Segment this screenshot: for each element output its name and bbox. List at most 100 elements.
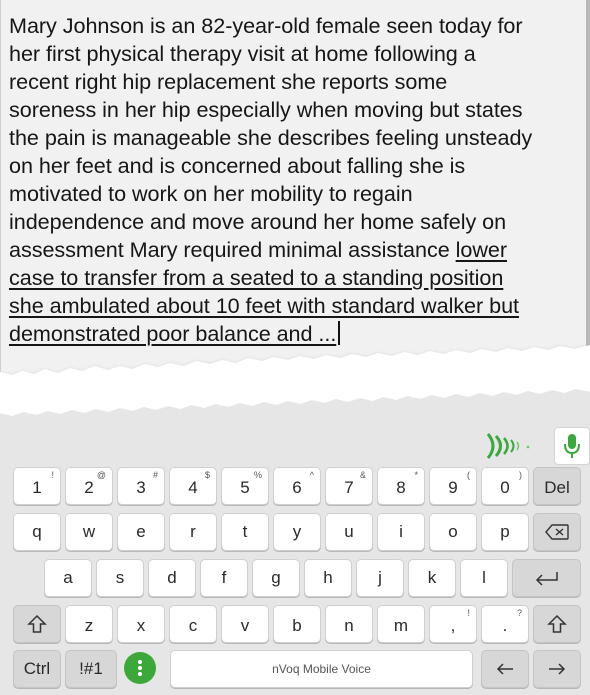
note-line: soreness in her hip especially when movi…: [9, 97, 523, 122]
key-secondary-label: !: [51, 470, 54, 480]
key-a[interactable]: a: [44, 559, 92, 597]
symbols-key[interactable]: !#1: [65, 650, 117, 688]
note-text-area[interactable]: Mary Johnson is an 82-year-old female se…: [0, 0, 590, 382]
key-period[interactable]: ?.: [481, 605, 529, 643]
key-z[interactable]: z: [65, 605, 113, 643]
key-label: ,: [450, 616, 456, 635]
key-v[interactable]: v: [221, 605, 269, 643]
key-i[interactable]: i: [377, 513, 425, 551]
key-secondary-label: !: [467, 608, 470, 618]
shift-key-right[interactable]: [533, 605, 581, 643]
composing-text: lower: [455, 237, 507, 262]
note-line: Mary Johnson is an 82-year-old female se…: [9, 13, 523, 38]
key-9[interactable]: (9: [429, 467, 477, 505]
key-label: o: [448, 522, 458, 541]
microphone-button[interactable]: [554, 427, 590, 465]
space-bar[interactable]: nVoq Mobile Voice: [170, 650, 473, 688]
key-secondary-label: &: [359, 470, 366, 480]
key-g[interactable]: g: [252, 559, 300, 597]
key-h[interactable]: h: [304, 559, 352, 597]
enter-icon: [535, 572, 558, 586]
key-6[interactable]: ^ 6: [273, 467, 321, 505]
key-f[interactable]: f: [200, 559, 248, 597]
ctrl-key[interactable]: Ctrl: [13, 650, 61, 688]
shift-icon: [547, 614, 567, 633]
key-u[interactable]: u: [325, 513, 373, 551]
composing-line: she ambulated about 10 feet with standar…: [9, 293, 519, 318]
enter-key[interactable]: [512, 559, 581, 597]
key-label: z: [84, 616, 94, 635]
backspace-icon: [545, 524, 569, 540]
composing-line: demonstrated poor balance and ...: [9, 320, 585, 348]
key-b[interactable]: b: [273, 605, 321, 643]
key-label: 6: [292, 478, 302, 497]
arrow-right-icon: [549, 663, 566, 675]
key-n[interactable]: n: [325, 605, 373, 643]
note-text: Mary Johnson is an 82-year-old female se…: [9, 12, 585, 348]
menu-button[interactable]: [124, 652, 156, 684]
key-x[interactable]: x: [117, 605, 165, 643]
key-label: w: [82, 522, 96, 541]
key-s[interactable]: s: [96, 559, 144, 597]
key-l[interactable]: l: [460, 559, 508, 597]
note-line: recent right hip replacement she reports…: [9, 69, 448, 94]
key-label: g: [271, 568, 281, 587]
note-line: her first physical therapy visit at home…: [9, 41, 476, 66]
key-d[interactable]: d: [148, 559, 196, 597]
key-secondary-label: (: [467, 470, 470, 480]
key-label: q: [32, 522, 42, 541]
key-label: b: [292, 616, 302, 635]
key-secondary-label: ^: [309, 470, 314, 480]
key-2[interactable]: @2: [65, 467, 113, 505]
key-label: !#1: [79, 659, 103, 678]
backspace-key[interactable]: [533, 513, 581, 551]
key-q[interactable]: q: [13, 513, 61, 551]
key-label: 9: [448, 478, 458, 497]
key-comma[interactable]: !,: [429, 605, 477, 643]
key-m[interactable]: m: [377, 605, 425, 643]
key-secondary-label: #: [152, 470, 158, 480]
note-line: on her feet and is concerned about falli…: [9, 153, 466, 178]
key-1[interactable]: ! 1: [13, 467, 61, 505]
key-secondary-label: *: [414, 470, 418, 480]
key-8[interactable]: * 8: [377, 467, 425, 505]
key-label: 2: [84, 478, 94, 497]
key-label: 4: [188, 478, 198, 497]
key-5[interactable]: % 5: [221, 467, 269, 505]
key-label: s: [115, 568, 125, 587]
composing-line: case to transfer from a seated to a stan…: [9, 265, 504, 290]
key-secondary-label: %: [253, 470, 262, 480]
key-4[interactable]: $4: [169, 467, 217, 505]
key-k[interactable]: k: [408, 559, 456, 597]
key-o[interactable]: o: [429, 513, 477, 551]
key-secondary-label: ): [519, 470, 522, 480]
key-7[interactable]: & 7: [325, 467, 373, 505]
right-arrow-key[interactable]: [533, 650, 581, 688]
key-label: r: [190, 522, 196, 541]
key-label: l: [482, 568, 486, 587]
key-y[interactable]: y: [273, 513, 321, 551]
key-label: 0: [500, 478, 510, 497]
key-e[interactable]: e: [117, 513, 165, 551]
more-vertical-icon: [138, 660, 142, 676]
key-secondary-label: $: [204, 470, 210, 480]
shift-key-left[interactable]: [13, 605, 61, 643]
key-0[interactable]: ) 0: [481, 467, 529, 505]
key-t[interactable]: t: [221, 513, 269, 551]
key-label: a: [63, 568, 73, 587]
key-w[interactable]: w: [65, 513, 113, 551]
key-label: m: [393, 616, 409, 635]
key-3[interactable]: #3: [117, 467, 165, 505]
key-p[interactable]: p: [481, 513, 529, 551]
key-label: u: [344, 522, 354, 541]
key-label: f: [221, 568, 227, 587]
key-r[interactable]: r: [169, 513, 217, 551]
left-arrow-key[interactable]: [481, 650, 529, 688]
delete-key[interactable]: Del: [533, 467, 581, 505]
key-label: i: [399, 522, 403, 541]
key-label: y: [292, 522, 302, 541]
key-label: p: [500, 522, 510, 541]
key-j[interactable]: j: [356, 559, 404, 597]
key-label: t: [242, 522, 248, 541]
key-c[interactable]: c: [169, 605, 217, 643]
